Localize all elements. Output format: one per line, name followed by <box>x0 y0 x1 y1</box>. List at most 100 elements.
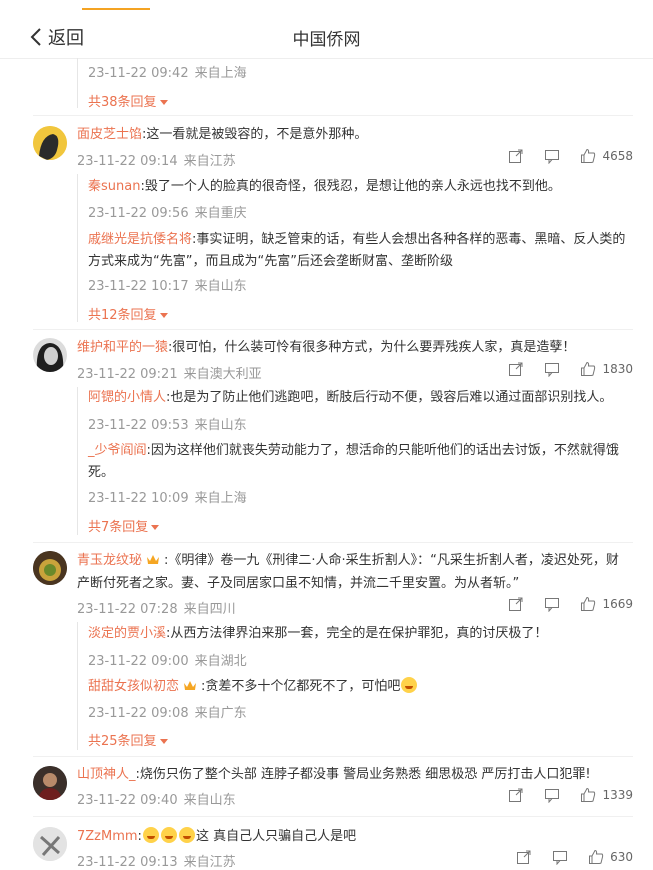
comment-icon[interactable] <box>544 148 560 164</box>
divider <box>33 816 633 817</box>
comment-text: 维护和平的一猿:很可怕，什么装可怜有很多种方式，为什么要弄残疾人家，真是造孽！ <box>77 337 575 359</box>
comment-body: :烧伤只伤了整个头部 连脖子都没事 警局业务熟悉 细思极恐 严厉打击人口犯罪! <box>135 767 591 782</box>
reply-meta: 23-11-22 09:53 来自山东 <box>88 414 247 433</box>
more-replies-label: 共7条回复 <box>88 520 149 535</box>
caret-down-icon <box>159 100 168 105</box>
divider <box>33 329 633 330</box>
comment-text-cont: 产断付死者之家。妻、子及同居家口虽不知情，并流二千里安置。为从者斩。” <box>77 576 520 591</box>
crying-emoji-icon <box>142 827 159 843</box>
comment-actions: 4658 <box>508 148 633 164</box>
more-replies-link[interactable]: 共38条回复 <box>88 91 168 110</box>
more-replies-label: 共38条回复 <box>88 95 157 110</box>
comment-time: 23-11-22 09:40 <box>77 793 178 808</box>
reply-username[interactable]: 甜甜女孩似初恋 <box>88 679 179 694</box>
reply-body: :毁了一个人的脸真的很奇怪，很残忍，是想让他的亲人永远也找不到他。 <box>140 179 561 194</box>
reply-username[interactable]: 淡定的贾小溪 <box>88 626 166 641</box>
reply-text: 淡定的贾小溪:从西方法律界泊来那一套，完全的是在保护罪犯，真的讨厌极了！ <box>88 623 547 645</box>
divider <box>33 756 633 757</box>
reply-text: 秦sunan:毁了一个人的脸真的很奇怪，很残忍，是想让他的亲人永远也找不到他。 <box>88 176 561 198</box>
share-icon[interactable] <box>508 596 524 612</box>
reply-body: :从西方法律界泊来那一套，完全的是在保护罪犯，真的讨厌极了！ <box>166 626 548 641</box>
crying-emoji-icon <box>178 827 195 843</box>
thumbs-up-icon <box>581 596 596 611</box>
comment-icon[interactable] <box>544 596 560 612</box>
reply-source: 来自湖北 <box>194 654 247 669</box>
avatar[interactable] <box>33 338 67 372</box>
thumbs-up-icon <box>581 361 596 376</box>
like-count: 1339 <box>602 788 633 802</box>
avatar-image <box>33 827 67 861</box>
more-replies-link[interactable]: 共12条回复 <box>88 304 168 323</box>
reply-meta: 23-11-22 09:08 来自广东 <box>88 702 247 721</box>
reply-source: 来自重庆 <box>194 206 247 221</box>
comment-username[interactable]: 维护和平的一猿 <box>77 340 168 355</box>
reply-text: 阿锶的小情人:也是为了防止他们逃跑吧，断肢后行动不便，毁容后难以通过面部识别找人… <box>88 387 612 409</box>
comment-source: 来自江苏 <box>183 154 236 169</box>
comment-body: 这 真自己人只骗自己人是吧 <box>195 829 357 844</box>
more-replies-label: 共12条回复 <box>88 308 157 323</box>
comment-actions: 1669 <box>508 596 633 612</box>
avatar-image <box>33 338 67 372</box>
avatar-image <box>33 551 67 585</box>
reply-time: 23-11-22 09:00 <box>88 654 189 669</box>
page-title: 中国侨网 <box>292 30 361 50</box>
reply-source: 来自山东 <box>194 279 247 294</box>
reply-body: :也是为了防止他们逃跑吧，断肢后行动不便，毁容后难以通过面部识别找人。 <box>166 390 613 405</box>
comment-actions: 1339 <box>508 787 633 803</box>
comment-source: 来自澳大利亚 <box>183 367 262 382</box>
avatar[interactable] <box>33 766 67 800</box>
reply-thread-line <box>77 622 78 750</box>
comment-username[interactable]: 青玉龙纹珌 <box>77 553 142 568</box>
like-button[interactable]: 1669 <box>580 596 633 612</box>
like-button[interactable]: 4658 <box>580 148 633 164</box>
share-icon[interactable] <box>508 148 524 164</box>
reply-username[interactable]: 阿锶的小情人 <box>88 390 166 405</box>
reply-username[interactable]: _少爷阎阎 <box>88 443 147 458</box>
comment-text: 青玉龙纹珌:《明律》卷一九《刑律二·人命·采生折割人》：“凡采生折割人者，凌迟处… <box>77 550 619 572</box>
comment-icon[interactable] <box>544 361 560 377</box>
comment-meta: 23-11-22 09:21 来自澳大利亚 <box>77 363 262 382</box>
reply-time: 23-11-22 10:09 <box>88 491 189 506</box>
reply-text-cont: 死。 <box>88 465 115 480</box>
avatar[interactable] <box>33 126 67 160</box>
avatar-image <box>33 766 67 800</box>
comment-text: 7ZzMmm: 这 真自己人只骗自己人是吧 <box>77 827 357 844</box>
comment-username[interactable]: 山顶神人_ <box>77 767 136 782</box>
comment-username[interactable]: 7ZzMmm <box>77 829 138 844</box>
reply-text: _少爷阎阎:因为这样他们就丧失劳动能力了，想活命的只能听他们的话出去讨饭，不然就… <box>88 440 619 462</box>
comment-text: 面皮芝士馅:这一看就是被毁容的，不是意外那种。 <box>77 124 367 146</box>
reply-meta: 23-11-22 09:00 来自湖北 <box>88 650 247 669</box>
reply-meta: 23-11-22 09:56 来自重庆 <box>88 202 247 221</box>
reply-source: 来自山东 <box>194 418 247 433</box>
comment-icon[interactable] <box>544 787 560 803</box>
reply-time: 23-11-22 10:17 <box>88 279 189 294</box>
reply-time: 23-11-22 09:42 <box>88 66 189 81</box>
reply-username[interactable]: 戚继光是抗倭名将 <box>88 232 192 247</box>
comment-source: 来自山东 <box>183 793 236 808</box>
share-icon[interactable] <box>508 787 524 803</box>
reply-body: :事实证明，缺乏管束的话，有些人会想出各种各样的恶毒、黑暗、反人类的 <box>192 232 626 247</box>
more-replies-link[interactable]: 共25条回复 <box>88 730 168 749</box>
like-button[interactable]: 1830 <box>580 361 633 377</box>
divider <box>33 542 633 543</box>
avatar[interactable] <box>33 551 67 585</box>
comment-body: :这一看就是被毁容的，不是意外那种。 <box>142 127 368 142</box>
reply-thread-line <box>77 58 78 108</box>
more-replies-link[interactable]: 共7条回复 <box>88 516 160 535</box>
share-icon[interactable] <box>508 361 524 377</box>
like-button[interactable]: 1339 <box>580 787 633 803</box>
comment-username[interactable]: 面皮芝士馅 <box>77 127 142 142</box>
more-replies-label: 共25条回复 <box>88 734 157 749</box>
comment-time: 23-11-22 09:14 <box>77 154 178 169</box>
comment-actions: 1830 <box>508 361 633 377</box>
reply-body: :贪差不多十个亿都死不了，可怕吧 <box>201 679 401 694</box>
comment-source: 来自四川 <box>183 602 236 617</box>
avatar[interactable] <box>33 827 67 861</box>
divider <box>33 115 633 116</box>
reply-time: 23-11-22 09:53 <box>88 418 189 433</box>
comment-meta: 23-11-22 09:13 来自江苏 <box>77 851 236 870</box>
reply-username[interactable]: 秦sunan <box>88 179 140 194</box>
comment-time: 23-11-22 09:21 <box>77 367 178 382</box>
comment-meta: 23-11-22 09:14 来自江苏 <box>77 150 236 169</box>
laughing-emoji-icon <box>401 677 418 693</box>
